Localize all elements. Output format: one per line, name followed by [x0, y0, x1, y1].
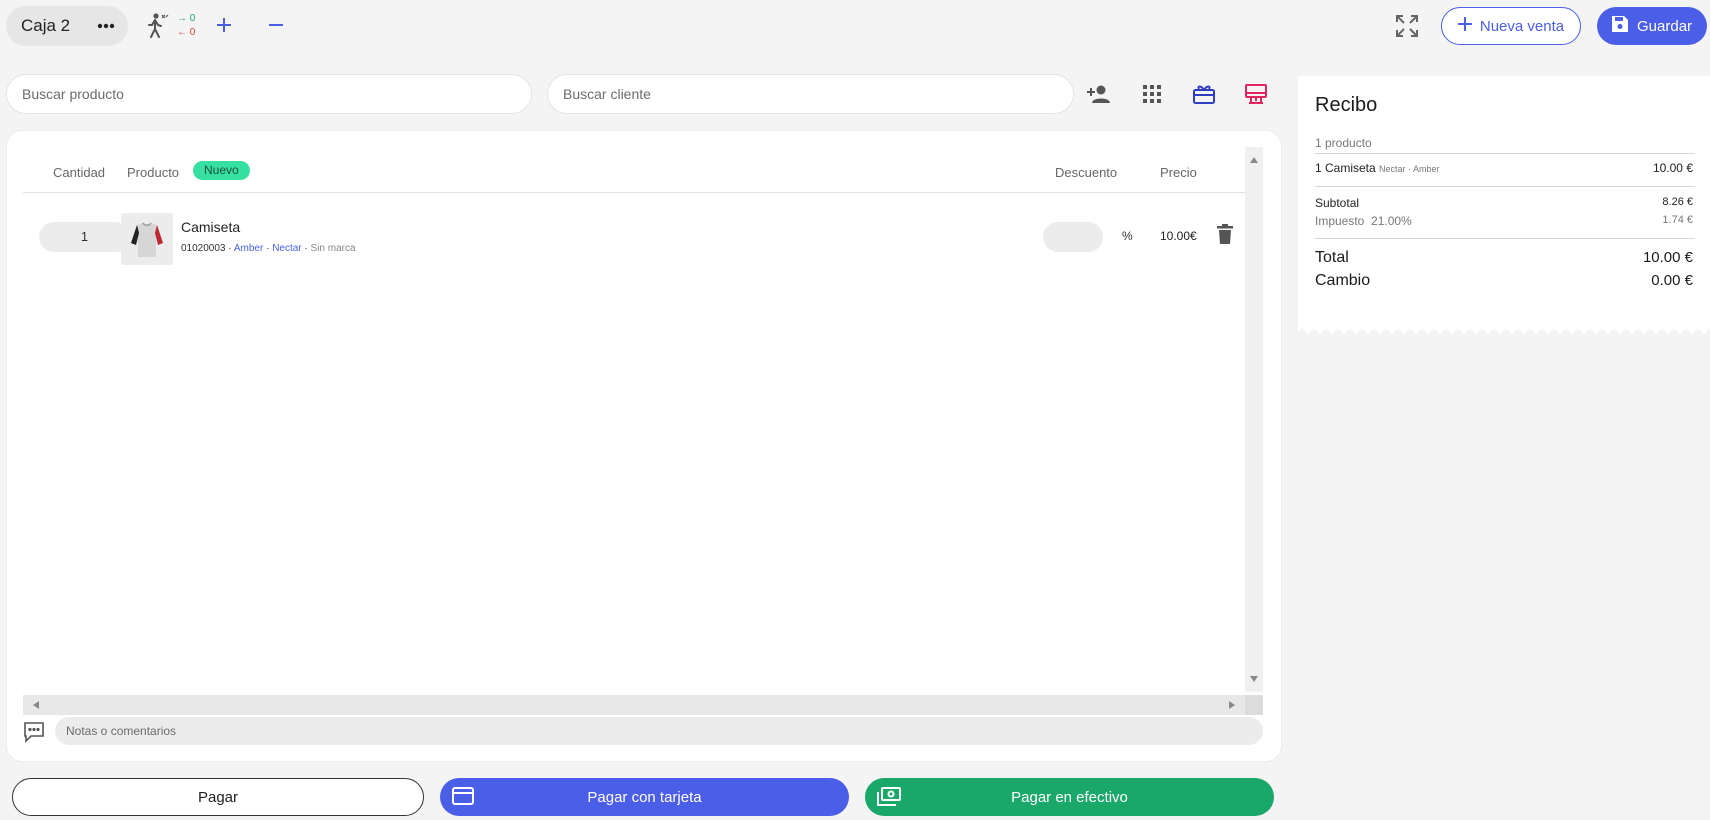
- receipt-item-name: 1 Camiseta: [1315, 161, 1376, 175]
- receipt-torn-edge: [1298, 326, 1710, 334]
- tax-row: Impuesto 21.00% 1.74 €: [1315, 214, 1693, 228]
- add-customer-count-icon[interactable]: [211, 12, 237, 38]
- total-value: 10.00 €: [1642, 249, 1693, 266]
- credit-card-icon: [452, 787, 474, 807]
- vertical-scrollbar[interactable]: [1245, 147, 1263, 692]
- quantity-header: Cantidad: [53, 165, 106, 180]
- divider: [1315, 153, 1695, 154]
- horizontal-scrollbar[interactable]: [23, 695, 1263, 715]
- tax-label: Impuesto 21.00%: [1315, 214, 1412, 228]
- customers-in-count: → 0: [177, 13, 196, 24]
- subtotal-row: Subtotal 8.26 €: [1315, 196, 1693, 210]
- notes-field[interactable]: [55, 717, 1263, 745]
- subtotal-value: 8.26 €: [1662, 196, 1693, 208]
- register-name: Caja 2: [21, 16, 71, 35]
- plus-icon: [1457, 17, 1472, 35]
- new-product-badge[interactable]: Nuevo: [193, 161, 250, 180]
- customers-out-count: ← 0: [177, 27, 196, 38]
- subtotal-label: Subtotal: [1315, 196, 1360, 210]
- discount-unit: %: [1122, 229, 1133, 243]
- product-brand: Sin marca: [310, 243, 356, 254]
- gift-card-icon[interactable]: [1190, 80, 1218, 108]
- save-button[interactable]: Guardar: [1597, 7, 1707, 45]
- new-sale-label: Nueva venta: [1479, 17, 1565, 35]
- pay-label: Pagar: [197, 788, 239, 806]
- cart-panel: Cantidad Producto Nuevo Descuento Precio…: [6, 130, 1282, 762]
- trash-icon[interactable]: [1217, 224, 1237, 248]
- comment-icon: [23, 721, 45, 743]
- product-name: Camiseta: [181, 219, 241, 235]
- change-value: 0.00 €: [1651, 272, 1693, 289]
- remove-customer-count-icon[interactable]: [263, 12, 289, 38]
- product-header: Producto: [127, 165, 180, 180]
- pay-card-label: Pagar con tarjeta: [587, 788, 702, 806]
- change-row: Cambio 0.00 €: [1315, 272, 1693, 290]
- row-price: 10.00€: [1160, 229, 1197, 243]
- divider: [1315, 238, 1695, 239]
- product-code: 01020003: [181, 243, 226, 254]
- pay-cash-label: Pagar en efectivo: [1011, 788, 1128, 806]
- product-search-input[interactable]: [22, 86, 531, 102]
- new-sale-button[interactable]: Nueva venta: [1441, 7, 1581, 45]
- product-variant-amber[interactable]: Amber: [234, 243, 263, 254]
- cart-table-header: Cantidad Producto Nuevo Descuento Precio: [23, 151, 1245, 193]
- receipt-panel: Recibo 1 producto 1 Camiseta Nectar · Am…: [1298, 76, 1710, 334]
- pay-cash-button[interactable]: Pagar en efectivo: [865, 778, 1274, 816]
- scroll-right-icon[interactable]: [1229, 701, 1235, 709]
- receipt-title: Recibo: [1315, 94, 1378, 116]
- client-search[interactable]: [547, 74, 1074, 114]
- add-customer-icon[interactable]: [1085, 80, 1113, 108]
- floppy-disk-icon: [1611, 15, 1629, 37]
- price-header: Precio: [1160, 165, 1197, 180]
- cash-icon: [877, 787, 901, 807]
- scroll-left-icon[interactable]: [33, 701, 39, 709]
- cart-row: 1 Camiseta 01020003 · Amber · Nectar · S…: [23, 213, 1245, 269]
- fullscreen-icon[interactable]: [1394, 13, 1420, 39]
- discount-header: Descuento: [1055, 165, 1118, 180]
- total-label: Total: [1315, 249, 1349, 266]
- receipt-item-price: 10.00 €: [1652, 161, 1693, 175]
- save-label: Guardar: [1637, 17, 1693, 35]
- client-search-input[interactable]: [563, 86, 1073, 102]
- tax-value: 1.74 €: [1662, 214, 1693, 226]
- more-options-icon[interactable]: [94, 14, 118, 38]
- register-selector[interactable]: Caja 2: [6, 6, 128, 46]
- receipt-item-detail: Nectar · Amber: [1379, 164, 1440, 174]
- receipt-item-count: 1 producto: [1315, 136, 1372, 150]
- quantity-field[interactable]: 1: [39, 222, 130, 252]
- customer-traffic-icon: [146, 12, 172, 40]
- discount-field[interactable]: [1043, 222, 1103, 252]
- change-label: Cambio: [1315, 272, 1371, 289]
- divider: [1315, 186, 1695, 187]
- product-variant-nectar[interactable]: Nectar: [272, 243, 301, 254]
- pay-button[interactable]: Pagar: [12, 778, 424, 816]
- scroll-down-icon[interactable]: [1250, 676, 1258, 682]
- receipt-item: 1 Camiseta Nectar · Amber 10.00 €: [1315, 161, 1693, 175]
- scroll-up-icon[interactable]: [1250, 157, 1258, 163]
- grid-icon[interactable]: [1138, 80, 1166, 108]
- cash-register-icon[interactable]: [1242, 80, 1270, 108]
- scroll-corner: [1245, 695, 1263, 715]
- traffic-counters: → 0 ← 0: [177, 12, 195, 40]
- product-search[interactable]: [6, 74, 532, 114]
- product-meta: 01020003 · Amber · Nectar · Sin marca: [181, 243, 356, 254]
- product-thumbnail: [121, 213, 173, 265]
- notes-input[interactable]: [66, 724, 1263, 738]
- total-row: Total 10.00 €: [1315, 249, 1693, 267]
- pay-card-button[interactable]: Pagar con tarjeta: [440, 778, 849, 816]
